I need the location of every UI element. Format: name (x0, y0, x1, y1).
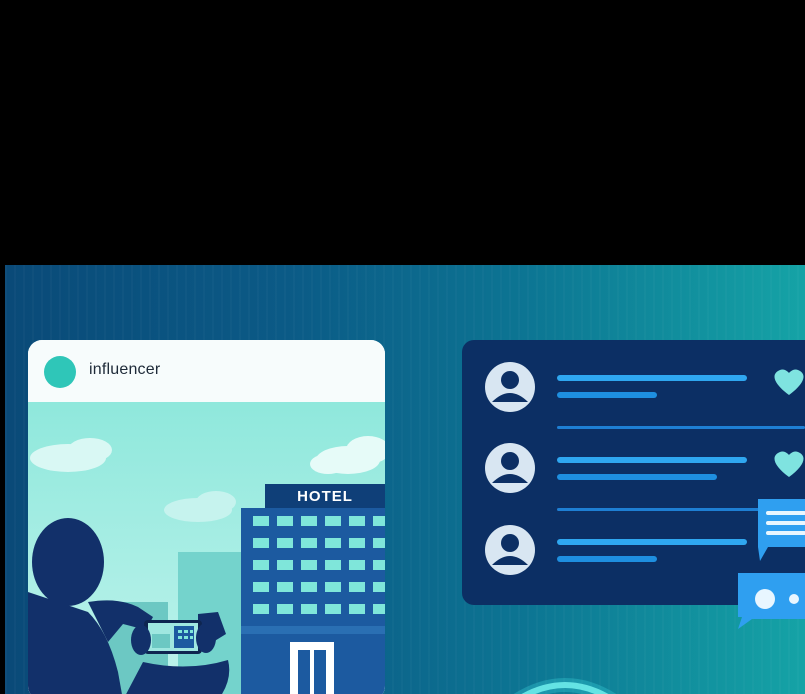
divider (557, 426, 805, 429)
hotel-photo: HOTEL (28, 402, 385, 694)
comment-text-line (557, 375, 747, 381)
comment-item (485, 443, 804, 493)
hotel-entrance (290, 642, 334, 694)
social-media-scene: influencer HOTEL (5, 265, 805, 694)
user-avatar-icon (485, 443, 535, 493)
hotel-sign: HOTEL (297, 488, 353, 505)
social-post-card: influencer HOTEL (28, 340, 385, 694)
comment-text-line (557, 539, 747, 545)
comment-text-line (557, 457, 747, 463)
hotel-canopy (241, 626, 385, 634)
comment-text-line (557, 392, 657, 398)
heart-icon (774, 369, 804, 395)
comment-text-line (557, 556, 657, 562)
user-avatar-icon (485, 362, 535, 412)
illustration: influencer HOTEL (0, 0, 805, 694)
comment-item (485, 362, 804, 412)
post-header: influencer (28, 340, 385, 402)
divider (557, 508, 767, 511)
profile-avatar-icon (44, 356, 76, 388)
black-top-band (0, 0, 805, 265)
post-username: influencer (89, 361, 161, 378)
comment-item (485, 525, 747, 575)
heart-icon (774, 451, 804, 477)
glow-ring (513, 678, 617, 694)
user-avatar-icon (485, 525, 535, 575)
chat-bubble-icon (738, 499, 805, 629)
phone-camera-icon (144, 620, 202, 654)
comment-text-line (557, 474, 717, 480)
